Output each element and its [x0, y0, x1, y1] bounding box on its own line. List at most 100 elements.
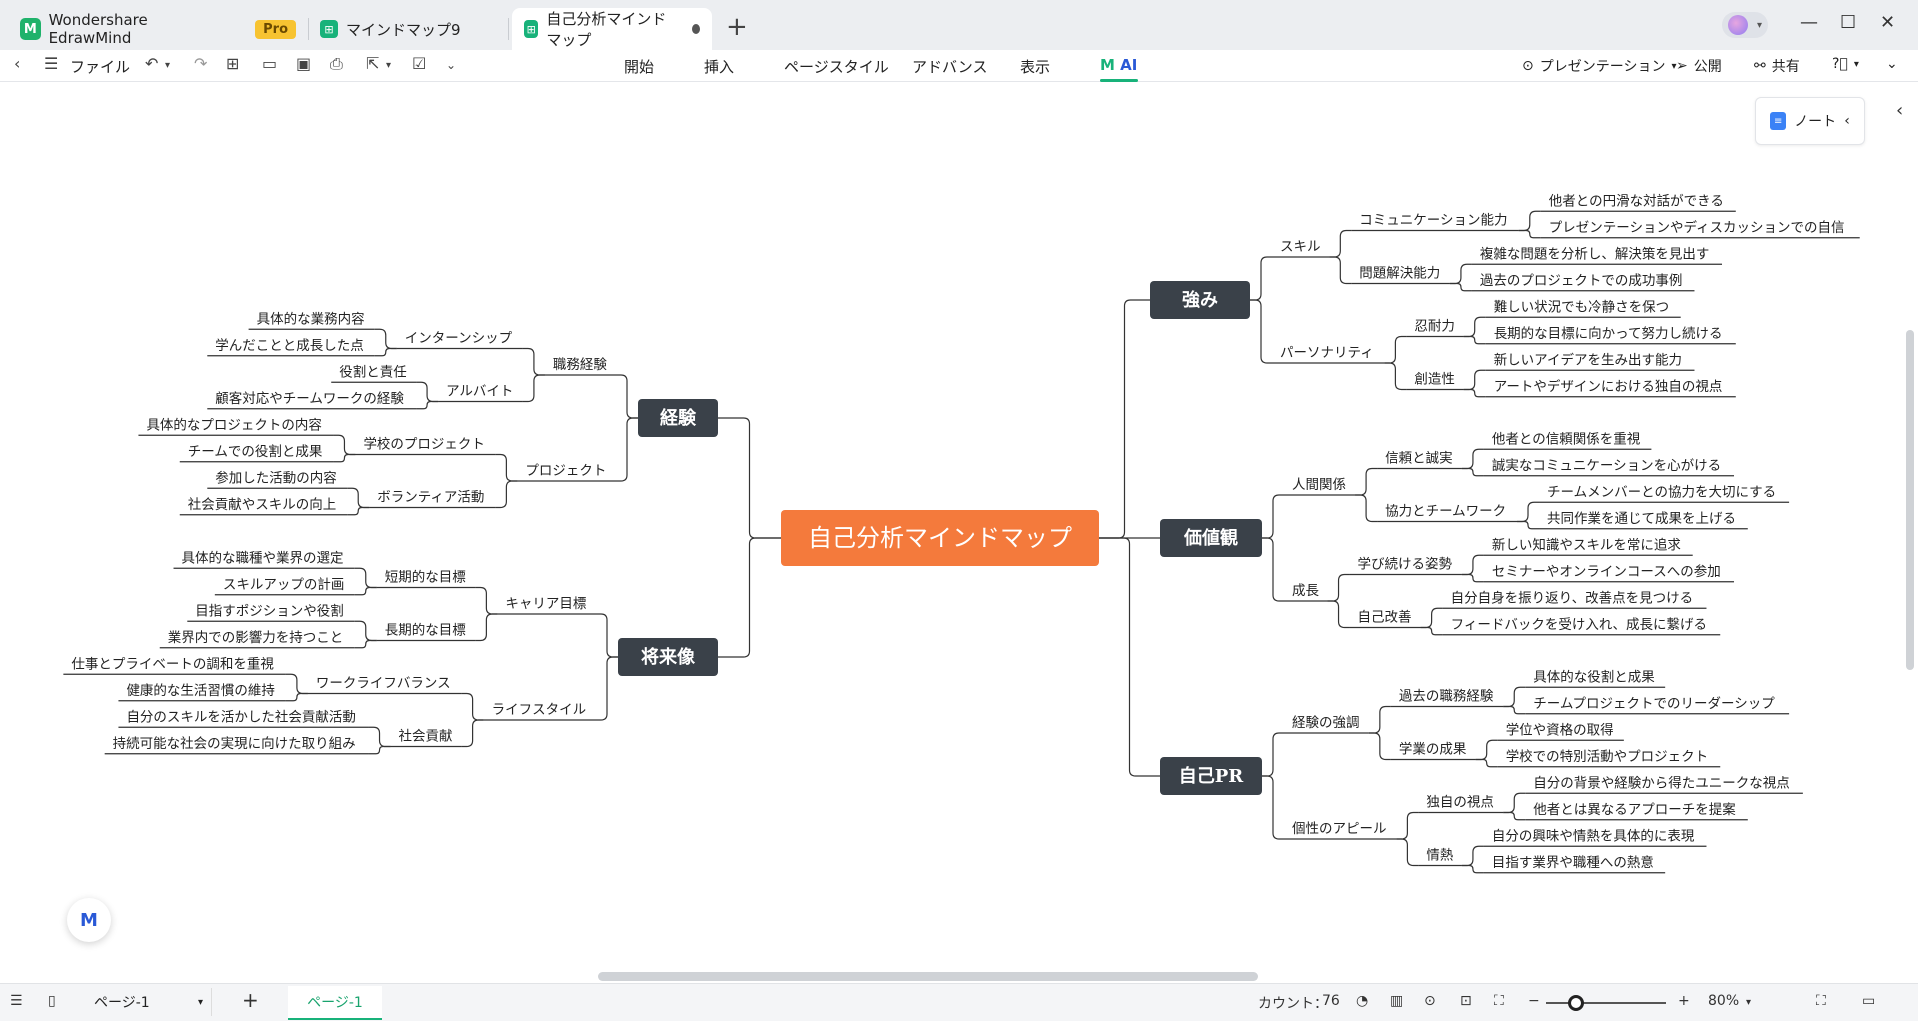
export-dropdown-icon[interactable]: ▾: [386, 60, 391, 71]
topic-level3[interactable]: 学び続ける姿勢: [1358, 557, 1453, 573]
back-icon[interactable]: ‹: [14, 54, 20, 73]
add-page-icon[interactable]: +: [242, 988, 259, 1012]
topic-level3[interactable]: 自己改善: [1358, 610, 1412, 626]
topic-leaf[interactable]: 具体的なプロジェクトの内容: [146, 416, 322, 433]
branch-future[interactable]: 将来像: [618, 638, 718, 676]
ai-assistant-button[interactable]: M: [67, 898, 111, 942]
topic-leaf[interactable]: プレゼンテーションやディスカッションでの自信: [1549, 219, 1845, 236]
topic-level3[interactable]: ボランティア活動: [377, 490, 484, 506]
vertical-scrollbar[interactable]: [1906, 330, 1914, 670]
topic-leaf[interactable]: チームプロジェクトでのリーダーシップ: [1533, 696, 1775, 712]
topic-leaf[interactable]: 具体的な業務内容: [257, 310, 365, 327]
topic-level2[interactable]: キャリア目標: [505, 596, 586, 612]
page-tab-1[interactable]: ページ-1: [288, 986, 382, 1020]
undo-dropdown-icon[interactable]: ▾: [165, 60, 170, 71]
topic-leaf[interactable]: 仕事とプライベートの調和を重視: [71, 656, 274, 672]
redo-icon[interactable]: ↷: [194, 54, 207, 73]
topic-leaf[interactable]: アートやデザインにおける独自の視点: [1494, 378, 1723, 395]
topic-level2[interactable]: 成長: [1292, 583, 1320, 599]
fullscreen-fit-icon[interactable]: ⛶: [1494, 993, 1504, 1009]
minimize-icon[interactable]: —: [1800, 12, 1818, 33]
zoom-slider-handle[interactable]: [1568, 995, 1584, 1011]
topic-leaf[interactable]: チームメンバーとの協力を大切にする: [1547, 484, 1776, 500]
topic-level3[interactable]: 過去の職務経験: [1399, 689, 1494, 705]
topic-leaf[interactable]: 新しいアイデアを生み出す能力: [1494, 351, 1682, 368]
topic-leaf[interactable]: スキルアップの計画: [223, 577, 345, 593]
account-avatar[interactable]: ▾: [1722, 12, 1768, 38]
file-menu[interactable]: ファイル: [70, 56, 130, 77]
notes-button[interactable]: ≡ ノート ‹: [1755, 97, 1865, 145]
topic-leaf[interactable]: 目指す業界や職種への熱意: [1492, 854, 1654, 871]
export-icon[interactable]: ⇱: [366, 54, 379, 73]
menu-insert[interactable]: 挿入: [704, 56, 734, 77]
zoom-slider-track[interactable]: [1546, 1002, 1666, 1004]
topic-leaf[interactable]: 具体的な職種や業界の選定: [182, 550, 344, 566]
zoom-out-icon[interactable]: −: [1528, 993, 1540, 1009]
layout-icon[interactable]: ▥: [1390, 993, 1403, 1009]
collapse-toolbar-icon[interactable]: ⌄: [1886, 56, 1898, 72]
new-tab-plus-icon[interactable]: +: [726, 12, 748, 42]
topic-level3[interactable]: 情熱: [1426, 848, 1454, 864]
topic-leaf[interactable]: 学んだことと成長した点: [215, 338, 363, 354]
topic-level3[interactable]: 学業の成果: [1399, 742, 1467, 758]
menu-advanced[interactable]: アドバンス: [912, 56, 987, 77]
tab-self-analysis[interactable]: ⊞ 自己分析マインドマップ: [512, 8, 712, 50]
topic-leaf[interactable]: 顧客対応やチームワークの経験: [215, 390, 404, 407]
theme-icon[interactable]: ◔: [1356, 993, 1368, 1009]
topic-level3[interactable]: 長期的な目標: [385, 623, 466, 639]
topic-level3[interactable]: アルバイト: [446, 384, 513, 400]
topic-leaf[interactable]: 業界内での影響力を持つこと: [168, 629, 344, 646]
topic-leaf[interactable]: 自分自身を振り返り、改善点を見つける: [1451, 590, 1693, 606]
topic-leaf[interactable]: 共同作業を通じて成果を上げる: [1547, 511, 1736, 527]
topic-leaf[interactable]: 持続可能な社会の実現に向けた取り組み: [113, 736, 356, 752]
topic-level2[interactable]: プロジェクト: [525, 463, 606, 479]
topic-leaf[interactable]: 過去のプロジェクトでの成功事例: [1480, 273, 1683, 289]
side-panel-toggle-icon[interactable]: ‹: [1896, 100, 1903, 121]
topic-level3[interactable]: コミュニケーション能力: [1359, 213, 1507, 229]
topic-level3[interactable]: 忍耐力: [1414, 319, 1455, 335]
new-topic-icon[interactable]: ⊞: [226, 54, 239, 73]
topic-level3[interactable]: 短期的な目標: [385, 570, 466, 586]
panel-toggle-icon[interactable]: ▭: [1862, 993, 1875, 1009]
topic-level2[interactable]: 経験の強調: [1292, 715, 1360, 731]
menu-page-style[interactable]: ページスタイル: [784, 56, 889, 77]
topic-level3[interactable]: ワークライフバランス: [316, 676, 451, 692]
topic-leaf[interactable]: 自分の背景や経験から得たユニークな視点: [1533, 774, 1790, 791]
topic-leaf[interactable]: 難しい状況でも冷静さを保つ: [1494, 299, 1670, 315]
presentation-button[interactable]: ⊙ プレゼンテーション ▾: [1522, 56, 1677, 76]
tab-app-home[interactable]: M Wondershare EdrawMind Pro: [8, 8, 309, 50]
topic-leaf[interactable]: 他者との信頼関係を重視: [1492, 431, 1641, 447]
menu-view[interactable]: 表示: [1020, 56, 1050, 77]
root-topic[interactable]: 自己分析マインドマップ: [781, 510, 1099, 566]
pro-badge[interactable]: Pro: [255, 19, 296, 39]
topic-leaf[interactable]: チームでの役割と成果: [188, 443, 323, 460]
topic-leaf[interactable]: 誠実なコミュニケーションを心がける: [1492, 458, 1721, 474]
topic-leaf[interactable]: 自分のスキルを活かした社会貢献活動: [126, 709, 356, 725]
maximize-icon[interactable]: ☐: [1840, 12, 1856, 33]
play-icon[interactable]: ⊙: [1424, 993, 1436, 1009]
topic-leaf[interactable]: 新しい知識やスキルを常に追求: [1492, 536, 1681, 553]
topic-leaf[interactable]: 学位や資格の取得: [1506, 721, 1614, 738]
publish-button[interactable]: ➢ 公開: [1676, 56, 1722, 76]
mindmap-canvas[interactable]: スキル コミュニケーション能力 他者との円滑な対話ができる プレゼンテーションやディス…: [0, 83, 1918, 983]
topic-level2[interactable]: ライフスタイル: [492, 702, 587, 718]
branch-values[interactable]: 価値観: [1160, 519, 1262, 557]
topic-level2[interactable]: 人間関係: [1292, 477, 1346, 493]
topic-leaf[interactable]: 具体的な役割と成果: [1533, 668, 1655, 685]
zoom-in-icon[interactable]: +: [1678, 993, 1690, 1009]
topic-leaf[interactable]: 健康的な生活習慣の維持: [126, 682, 275, 699]
unsaved-dot-icon[interactable]: [692, 24, 700, 34]
undo-icon[interactable]: ↶: [145, 54, 158, 73]
topic-leaf[interactable]: セミナーやオンラインコースへの参加: [1492, 563, 1721, 580]
topic-leaf[interactable]: 学校での特別活動やプロジェクト: [1506, 748, 1709, 765]
topic-leaf[interactable]: 参加した活動の内容: [215, 469, 336, 486]
topic-level3[interactable]: インターンシップ: [405, 331, 513, 347]
branch-experience[interactable]: 経験: [638, 399, 718, 437]
close-icon[interactable]: ✕: [1880, 12, 1895, 33]
topic-level3[interactable]: 協力とチームワーク: [1385, 504, 1506, 520]
topic-level3[interactable]: 創造性: [1414, 372, 1455, 388]
horizontal-scrollbar[interactable]: [598, 972, 1258, 981]
outline-toggle-icon[interactable]: ☰: [10, 993, 23, 1009]
topic-leaf[interactable]: フィードバックを受け入れ、成長に繋げる: [1451, 617, 1707, 633]
fit-page-icon[interactable]: ⊡: [1460, 993, 1472, 1009]
